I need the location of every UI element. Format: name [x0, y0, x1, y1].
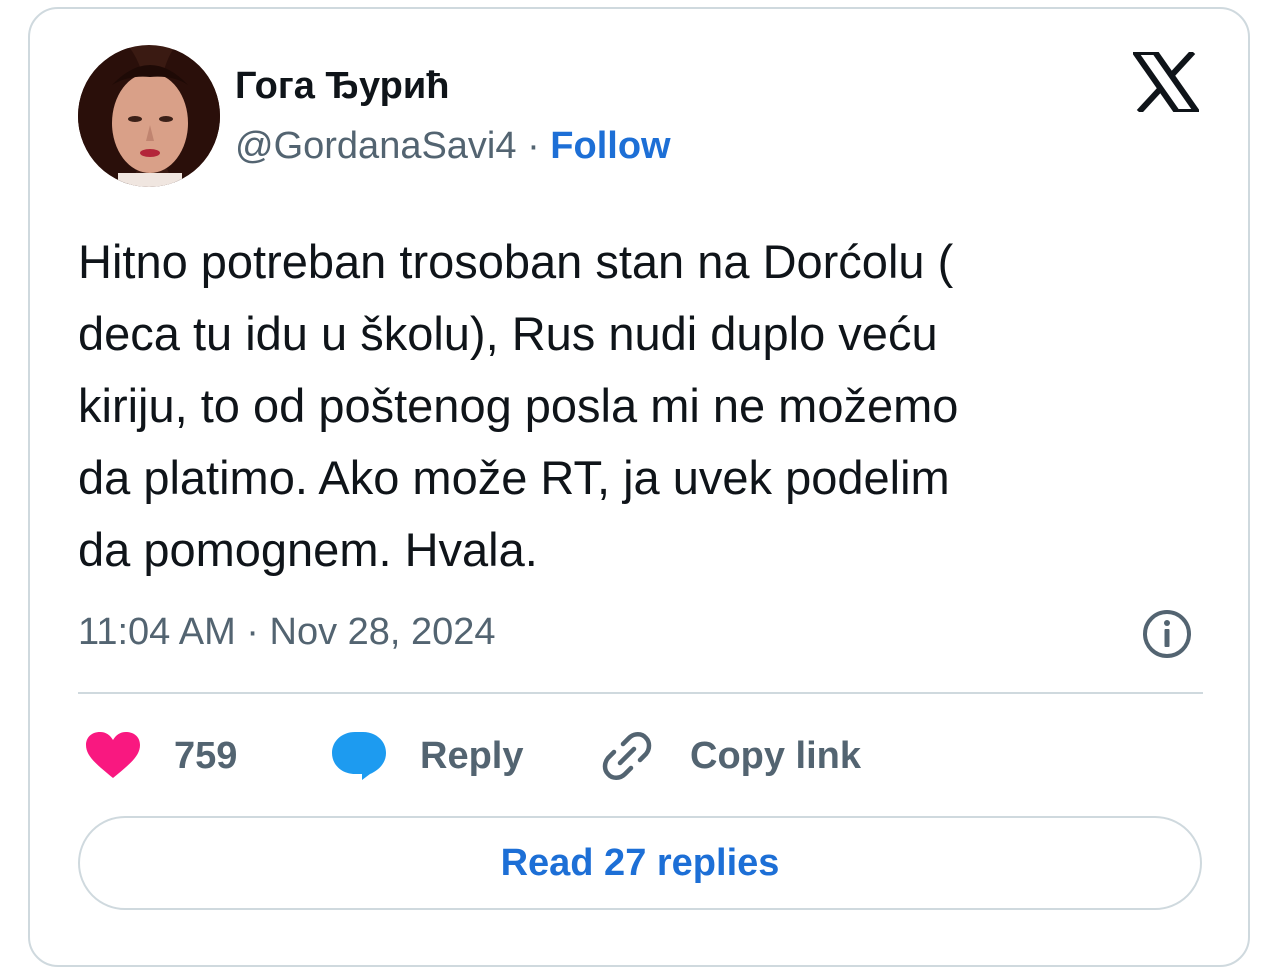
avatar[interactable]	[78, 45, 220, 187]
read-replies-button[interactable]: Read 27 replies	[78, 816, 1202, 910]
follow-button[interactable]: Follow	[550, 125, 670, 167]
divider	[78, 692, 1203, 694]
tweet-text-line: da pomognem. Hvala.	[78, 523, 538, 576]
tweet-text: Hitno potreban trosoban stan na Dorćolu …	[78, 226, 1198, 586]
handle-separator: ·	[527, 125, 540, 167]
author-handle[interactable]: @GordanaSavi4	[235, 125, 517, 167]
like-count: 759	[174, 734, 238, 777]
tweet-text-line: da platimo. Ako može RT, ja uvek podelim	[78, 451, 950, 504]
avatar-image	[78, 45, 220, 187]
copy-link-label: Copy link	[690, 734, 862, 777]
tweet-text-line: Hitno potreban trosoban stan na Dorćolu …	[78, 235, 954, 288]
reply-button[interactable]: Reply	[332, 728, 523, 784]
heart-icon	[86, 732, 140, 778]
copy-link-button[interactable]: Copy link	[602, 728, 861, 784]
speech-bubble-icon	[332, 732, 386, 780]
author-handle-row: @GordanaSavi4 · Follow	[235, 122, 671, 170]
tweet-text-line: kiriju, to od poštenog posla mi ne možem…	[78, 379, 959, 432]
x-logo-icon[interactable]	[1129, 49, 1203, 115]
info-icon[interactable]	[1141, 608, 1193, 660]
tweet-timestamp[interactable]: 11:04 AM · Nov 28, 2024	[78, 608, 496, 656]
reply-label: Reply	[420, 734, 524, 777]
tweet-text-line: deca tu idu u školu), Rus nudi duplo već…	[78, 307, 938, 360]
link-icon	[602, 732, 652, 780]
like-button[interactable]: 759	[86, 728, 237, 784]
author-display-name[interactable]: Гога Ђурић	[235, 62, 449, 110]
